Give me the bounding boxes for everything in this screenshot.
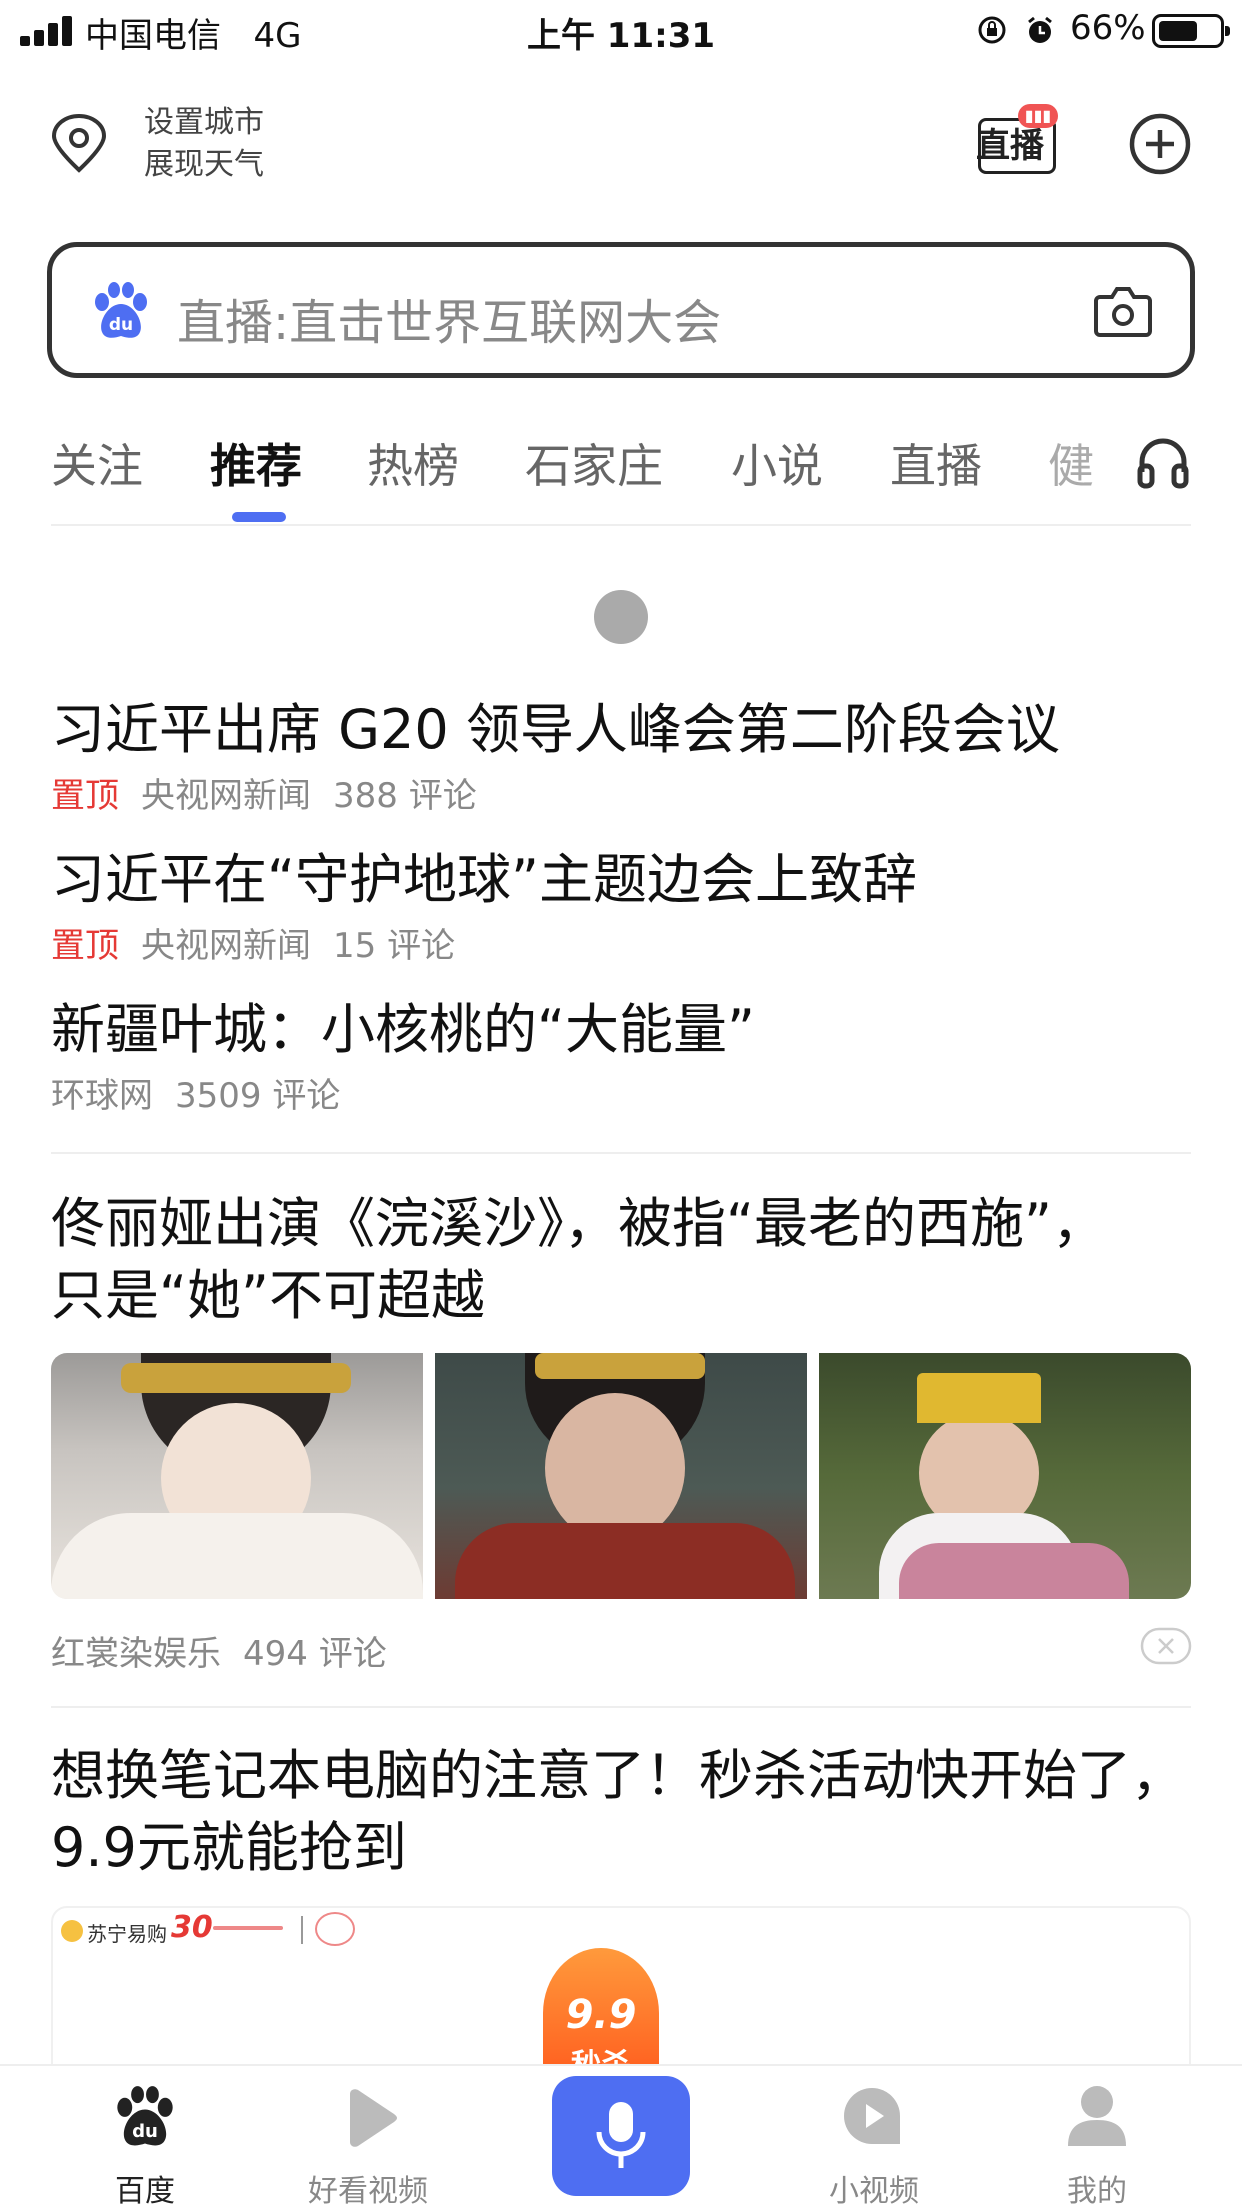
weather-city-line2[interactable]: 展现天气	[144, 144, 264, 186]
baidu-paw-icon[interactable]: du	[112, 2086, 178, 2150]
ad-title[interactable]: 想换笔记本电脑的注意了！秒杀活动快开始了，9.9元就能抢到	[51, 1740, 1191, 1884]
section-divider	[51, 1152, 1191, 1154]
feature-title[interactable]: 佟丽娅出演《浣溪沙》，被指“最老的西施”，只是“她”不可超越	[51, 1188, 1111, 1332]
loading-spinner	[594, 590, 648, 644]
user-icon[interactable]	[1066, 2084, 1128, 2148]
live-button[interactable]: 直播 ▮▮▮	[972, 104, 1064, 180]
flash-sale-badge: 9.9 秒杀	[543, 1948, 659, 2074]
news-meta-3: 环球网 3509 评论	[51, 1068, 340, 1117]
play-icon[interactable]	[340, 2088, 400, 2148]
search-input[interactable]: du 直播:直击世界互联网大会	[47, 242, 1195, 378]
status-bar: 中国电信 4G 上午 11:31 66%	[0, 0, 1242, 62]
ad-separator	[301, 1916, 303, 1944]
comment-count: 3509 评论	[175, 1076, 341, 1116]
battery-icon	[1152, 14, 1230, 48]
nav-label-video[interactable]: 好看视频	[268, 2166, 468, 2210]
live-badge-icon: ▮▮▮	[1018, 104, 1058, 128]
svg-text:du: du	[132, 2121, 158, 2142]
ad-banner[interactable]: 苏宁易购 30 9.9 秒杀	[51, 1906, 1191, 2076]
feature-image-1[interactable]	[51, 1353, 423, 1599]
microphone-icon	[596, 2102, 646, 2168]
baidu-logo-icon: du	[95, 282, 147, 338]
search-placeholder: 直播:直击世界互联网大会	[177, 295, 722, 351]
small-video-icon[interactable]	[840, 2086, 904, 2148]
tab-novel[interactable]: 小说	[731, 430, 823, 496]
news-meta-2: 置顶 央视网新闻 15 评论	[51, 918, 455, 967]
news-title-2[interactable]: 习近平在“守护地球”主题边会上致辞	[51, 844, 1191, 916]
tab-follow[interactable]: 关注	[51, 430, 143, 496]
ad-anniv: 30	[171, 1910, 213, 1945]
rotation-lock-icon	[978, 16, 1006, 44]
battery-percent: 66%	[1070, 8, 1146, 48]
pinned-label: 置顶	[51, 926, 119, 966]
badge-price: 9.9	[565, 1992, 637, 2038]
headphones-icon[interactable]	[1134, 432, 1192, 490]
tab-divider	[51, 524, 1191, 526]
news-source: 央视网新闻	[141, 776, 311, 816]
pinned-label: 置顶	[51, 776, 119, 816]
news-title-1[interactable]: 习近平出席 G20 领导人峰会第二阶段会议	[51, 694, 1191, 766]
feature-comments: 494 评论	[243, 1634, 387, 1674]
feature-meta: 红裳染娱乐 494 评论	[51, 1626, 387, 1675]
live-label: 直播	[976, 126, 1044, 166]
feature-source: 红裳染娱乐	[51, 1634, 221, 1674]
feature-image-2[interactable]	[435, 1353, 807, 1599]
ad-slogan-icon	[213, 1926, 283, 1930]
suning-logo-icon	[61, 1920, 83, 1942]
ad-brand: 苏宁易购	[87, 1922, 167, 1946]
news-source: 环球网	[51, 1076, 153, 1116]
weather-city-line1[interactable]: 设置城市	[144, 102, 264, 144]
tab-active-indicator	[232, 512, 286, 522]
location-pin-icon[interactable]	[46, 114, 112, 176]
section-divider	[51, 1706, 1191, 1708]
alarm-icon	[1028, 16, 1052, 43]
news-meta-1: 置顶 央视网新闻 388 评论	[51, 768, 477, 817]
dismiss-icon[interactable]	[1140, 1627, 1192, 1665]
camera-icon[interactable]	[1092, 283, 1154, 341]
tab-live[interactable]: 直播	[890, 430, 982, 496]
tab-hot[interactable]: 热榜	[367, 430, 459, 496]
news-source: 央视网新闻	[141, 926, 311, 966]
comment-count: 15 评论	[333, 926, 456, 966]
comment-count: 388 评论	[333, 776, 477, 816]
nav-label-home[interactable]: 百度	[45, 2166, 245, 2210]
tab-health[interactable]: 健	[1048, 430, 1104, 496]
nav-label-shortvideo[interactable]: 小视频	[774, 2166, 974, 2210]
news-title-3[interactable]: 新疆叶城：小核桃的“大能量”	[51, 994, 1191, 1066]
svg-text:du: du	[109, 315, 133, 335]
ad-award-icon	[315, 1912, 355, 1946]
tab-shijiazhuang[interactable]: 石家庄	[525, 430, 663, 496]
tab-recommend[interactable]: 推荐	[210, 430, 302, 496]
nav-label-me[interactable]: 我的	[997, 2166, 1197, 2210]
voice-search-button[interactable]	[552, 2076, 690, 2196]
feature-image-3[interactable]	[819, 1353, 1191, 1599]
plus-circle-icon[interactable]	[1128, 112, 1192, 176]
